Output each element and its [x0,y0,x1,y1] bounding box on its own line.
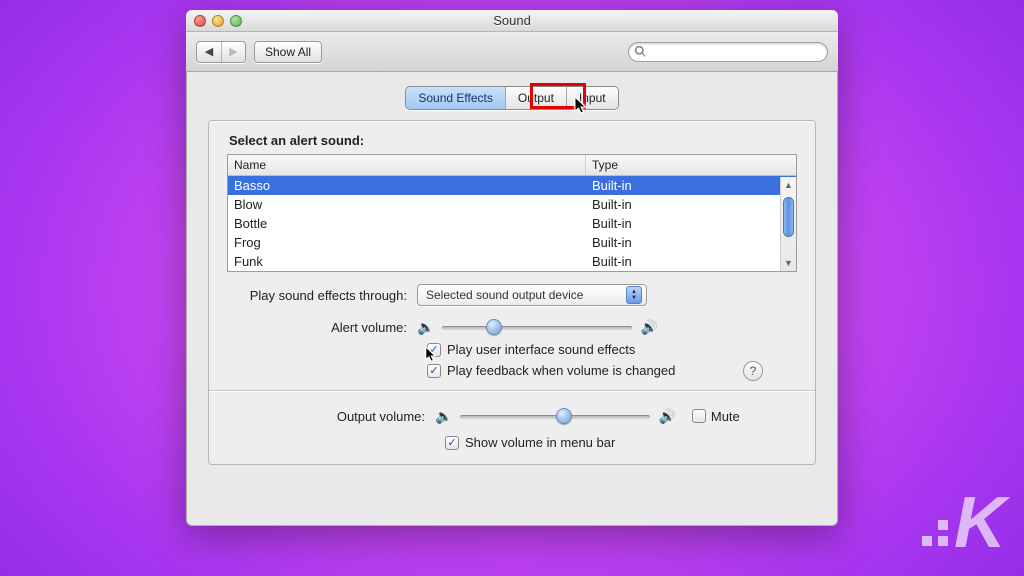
scroll-down-icon[interactable]: ▼ [781,255,796,271]
volume-high-icon: 🔊 [640,319,657,336]
table-header: Name Type [228,155,796,176]
show-all-button[interactable]: Show All [254,41,322,63]
back-button[interactable]: ◀ [197,42,221,62]
table-row[interactable]: Funk Built-in [228,252,796,271]
volume-high-icon: 🔊 [658,408,675,425]
table-row[interactable]: Blow Built-in [228,195,796,214]
tabs-row: Sound Effects Output Input [208,86,816,110]
watermark-dots-icon [922,520,948,546]
effects-through-popup[interactable]: Selected sound output device ▲▼ [417,284,647,306]
effects-through-value: Selected sound output device [426,288,583,302]
col-type[interactable]: Type [586,155,796,175]
menubar-label: Show volume in menu bar [465,435,615,450]
output-volume-knob[interactable] [556,408,572,424]
effects-through-row: Play sound effects through: Selected sou… [227,284,797,306]
table-row[interactable]: Frog Built-in [228,233,796,252]
titlebar[interactable]: Sound [186,10,838,32]
help-button[interactable]: ? [743,361,763,381]
toolbar: ◀ ▶ Show All [186,32,838,72]
search-wrap [628,42,828,62]
volume-low-icon: 🔈 [435,408,452,425]
effects-through-label: Play sound effects through: [227,288,417,303]
volume-low-icon: 🔈 [417,319,434,336]
scroll-thumb[interactable] [783,197,794,237]
alert-volume-row: Alert volume: 🔈 🔊 [227,318,797,336]
tab-output[interactable]: Output [505,87,566,109]
scrollbar[interactable]: ▲ ▼ [780,177,796,271]
forward-arrow-icon: ▶ [229,45,237,58]
sound-effects-panel: Select an alert sound: Name Type Basso B… [208,120,816,465]
alert-volume-slider[interactable] [442,318,632,336]
table-row[interactable]: Basso Built-in [228,176,796,195]
mute-row: Mute [692,409,740,424]
alert-sounds-table: Name Type Basso Built-in Blow Built-in B… [227,154,797,272]
popup-stepper-icon: ▲▼ [626,286,642,304]
window-title: Sound [186,13,838,28]
vol-feedback-checkbox[interactable]: ✓ [427,364,441,378]
forward-button[interactable]: ▶ [221,42,245,62]
watermark: K [922,482,1004,564]
ui-sounds-row: ✓ Play user interface sound effects [427,342,797,357]
alert-volume-knob[interactable] [486,319,502,335]
search-input[interactable] [628,42,828,62]
back-arrow-icon: ◀ [205,45,213,58]
ui-sounds-label: Play user interface sound effects [447,342,635,357]
vol-feedback-label: Play feedback when volume is changed [447,363,675,378]
table-row[interactable]: Bottle Built-in [228,214,796,233]
mute-label: Mute [711,409,740,424]
nav-back-forward: ◀ ▶ [196,41,246,63]
alert-sound-heading: Select an alert sound: [227,133,797,148]
scroll-up-icon[interactable]: ▲ [781,177,796,193]
mute-checkbox[interactable] [692,409,706,423]
cursor-icon [574,96,590,121]
output-volume-slider[interactable] [460,407,650,425]
output-volume-row: Output volume: 🔈 🔊 Mute [245,407,779,425]
tab-sound-effects[interactable]: Sound Effects [406,87,505,109]
menubar-checkbox[interactable]: ✓ [445,436,459,450]
watermark-letter: K [954,482,1004,564]
sound-prefs-window: Sound ◀ ▶ Show All Sound Effects Output … [186,10,838,526]
search-icon [634,45,647,58]
menubar-row: ✓ Show volume in menu bar [445,435,779,450]
table-body[interactable]: Basso Built-in Blow Built-in Bottle Buil… [228,176,796,271]
vol-feedback-row: ✓ Play feedback when volume is changed ? [427,363,797,378]
separator [209,390,815,391]
output-volume-label: Output volume: [245,409,435,424]
alert-volume-label: Alert volume: [227,320,417,335]
col-name[interactable]: Name [228,155,586,175]
